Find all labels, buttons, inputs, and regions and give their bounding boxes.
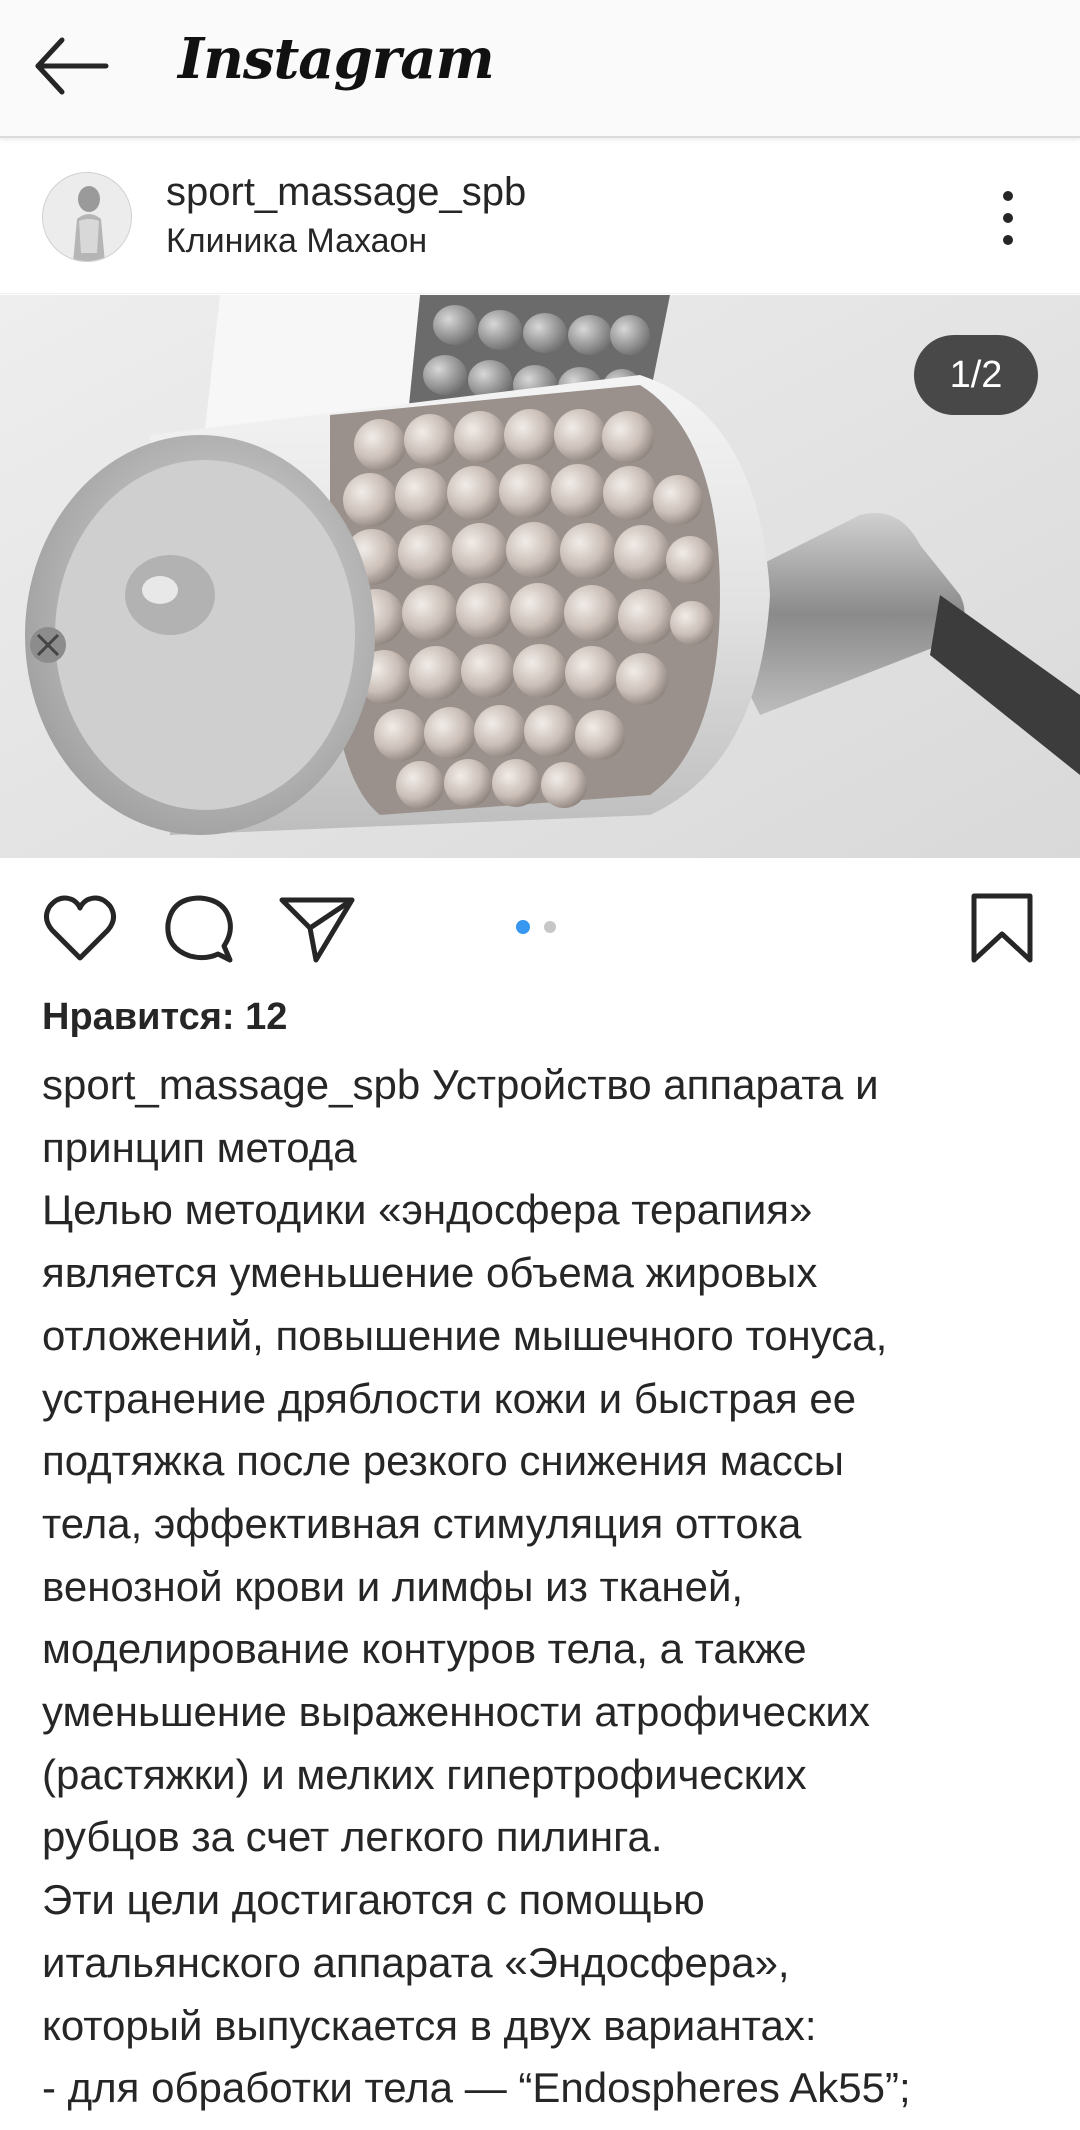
caption-line: уменьшение выраженности атрофических (42, 1688, 870, 1736)
carousel-dot-active (516, 920, 530, 934)
send-icon (279, 897, 355, 963)
save-button[interactable] (962, 888, 1042, 968)
more-options-button[interactable] (986, 188, 1030, 248)
post-media-image[interactable]: 1/2 (0, 295, 1080, 858)
post-action-bar (0, 880, 1080, 976)
app-bar: Instagram (0, 0, 1080, 138)
heart-icon (44, 895, 116, 961)
caption-line: подтяжка после резкого снижения массы (42, 1437, 844, 1485)
caption-line: sport_massage_spb Устройство аппарата и (42, 1054, 1052, 1117)
caption-author[interactable]: sport_massage_spb (42, 1061, 420, 1108)
avatar[interactable] (42, 172, 132, 262)
caption-line: принцип метода (42, 1123, 357, 1171)
carousel-dot (544, 921, 556, 933)
comment-icon (165, 895, 233, 963)
caption-text: Устройство аппарата и (420, 1061, 879, 1108)
caption-line: является уменьшение объема жировых (42, 1249, 818, 1297)
bookmark-icon (971, 893, 1033, 963)
caption-line: (растяжки) и мелких гипертрофических (42, 1750, 807, 1798)
caption-line: венозной крови и лимфы из тканей, (42, 1562, 744, 1610)
caption-line: Эти цели достигаются с помощью (42, 1876, 705, 1924)
caption-line: тела, эффективная стимуляция оттока (42, 1499, 802, 1547)
like-button[interactable] (40, 888, 120, 968)
post-username[interactable]: sport_massage_spb (166, 170, 526, 215)
caption-line: рубцов за счет легкого пилинга. (42, 1813, 663, 1861)
caption-line: отложений, повышение мышечного тонуса, (42, 1311, 888, 1359)
caption-line: Целью методики «эндосфера терапия» (42, 1186, 813, 1234)
comment-button[interactable] (158, 888, 238, 968)
arrow-left-icon (35, 37, 109, 95)
media-counter-badge: 1/2 (914, 335, 1038, 415)
post-caption: sport_massage_spb Устройство аппарата и … (42, 1054, 1052, 2120)
post-header: sport_massage_spb Клиника Махаон (0, 140, 1080, 294)
caption-line: устранение дряблости кожи и быстрая ее (42, 1374, 857, 1422)
likes-count[interactable]: Нравится: 12 (42, 996, 287, 1039)
back-button[interactable] (30, 28, 114, 112)
share-button[interactable] (276, 888, 356, 968)
more-vertical-icon (1003, 191, 1013, 245)
caption-line: моделирование контуров тела, а также (42, 1625, 807, 1673)
caption-line: - для обработки тела — “Endospheres Ak55… (42, 2064, 911, 2112)
caption-line: итальянского аппарата «Эндосфера», (42, 1938, 790, 1986)
caption-line: который выпускается в двух вариантах: (42, 2001, 817, 2049)
post-location[interactable]: Клиника Махаон (166, 222, 427, 261)
app-title: Instagram (178, 26, 495, 92)
